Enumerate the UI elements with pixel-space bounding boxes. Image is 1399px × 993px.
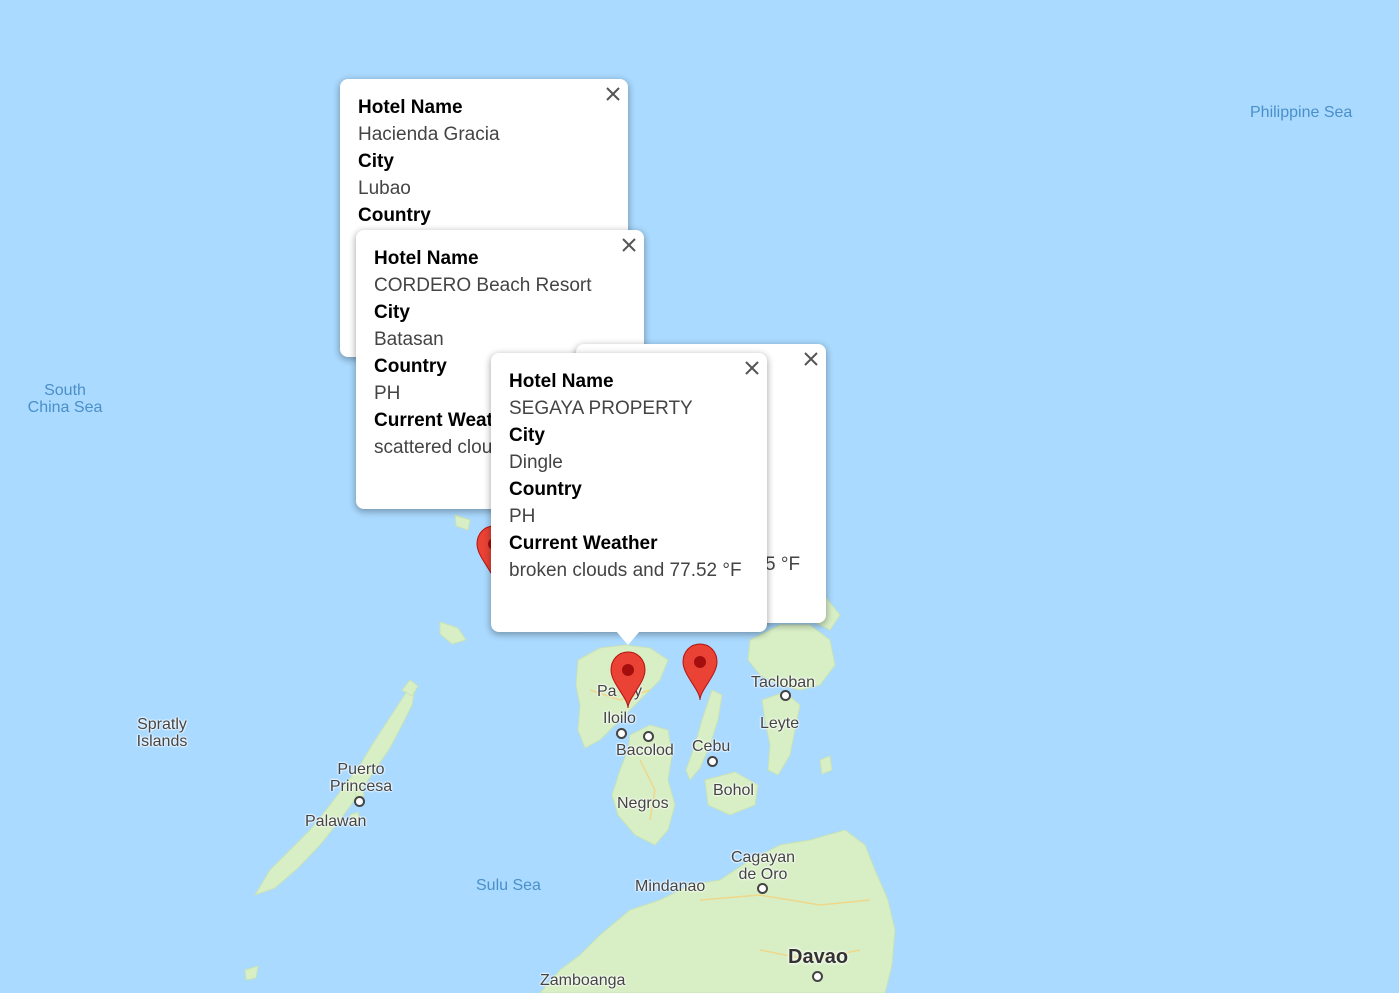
cagayan-de-oro-label: Cagayan de Oro [726,849,800,883]
current-weather-value: broken clouds and 77.52 °F [509,560,742,581]
spratly-islands-label: Spratly Islands [130,716,194,750]
hotel-name-label: Hotel Name [374,248,479,269]
current-weather-label: Current Weather [509,533,658,554]
puerto-princesa-label-line1: Puerto [337,761,385,778]
country-value: PH [509,506,536,527]
city-label: City [374,302,410,323]
cagayan-de-oro-city-dot [757,883,768,894]
info-window-segaya-property: Hotel Name SEGAYA PROPERTY City Dingle C… [491,353,767,632]
iloilo-city-dot [616,728,627,739]
tacloban-label: Tacloban [751,674,816,691]
spratly-islands-label-line2: Islands [136,733,188,750]
iloilo-label: Iloilo [603,710,636,727]
close-icon[interactable] [618,234,640,256]
info-window-pointer [616,631,640,645]
south-china-sea-label: South China Sea [26,382,104,416]
cebu-city-dot [707,756,718,767]
puerto-princesa-label: Puerto Princesa [326,761,396,795]
tacloban-city-dot [780,690,791,701]
south-china-sea-label-line2: China Sea [27,399,103,416]
south-china-sea-label-line1: South [44,382,86,399]
hotel-name-value: SEGAYA PROPERTY [509,398,693,419]
country-label: Country [358,205,431,226]
close-icon[interactable] [800,348,822,370]
city-label: City [509,425,545,446]
city-value: Lubao [358,178,411,199]
puerto-princesa-city-dot [354,796,365,807]
current-weather-partial-value: 5 °F [765,554,801,575]
zamboanga-label: Zamboanga [540,972,626,989]
davao-label: Davao [788,946,849,968]
mindanao-label: Mindanao [635,878,706,895]
cebu-label: Cebu [692,738,731,755]
bacolod-label: Bacolod [616,742,674,759]
spratly-islands-label-line1: Spratly [137,716,187,733]
palawan-label: Palawan [305,813,367,830]
hotel-name-value: Hacienda Gracia [358,124,500,145]
country-label: Country [509,479,582,500]
city-value: Dingle [509,452,563,473]
philippine-sea-label: Philippine Sea [1250,104,1353,121]
hotel-name-label: Hotel Name [358,97,463,118]
close-icon[interactable] [602,83,624,105]
puerto-princesa-label-line2: Princesa [329,778,393,795]
city-label: City [358,151,394,172]
bohol-label: Bohol [713,782,754,799]
map-pin-icon[interactable] [608,650,648,710]
bacolod-city-dot [643,731,654,742]
cagayan-de-oro-label-line1: Cagayan [730,849,796,866]
sulu-sea-label: Sulu Sea [476,877,541,894]
negros-label: Negros [617,795,669,812]
hotel-name-value: CORDERO Beach Resort [374,275,592,296]
hotel-name-label: Hotel Name [509,371,614,392]
davao-city-dot [812,971,823,982]
cagayan-de-oro-label-line2: de Oro [738,866,788,883]
map-pin-icon[interactable] [680,642,720,702]
close-icon[interactable] [741,357,763,379]
leyte-label: Leyte [760,715,800,732]
